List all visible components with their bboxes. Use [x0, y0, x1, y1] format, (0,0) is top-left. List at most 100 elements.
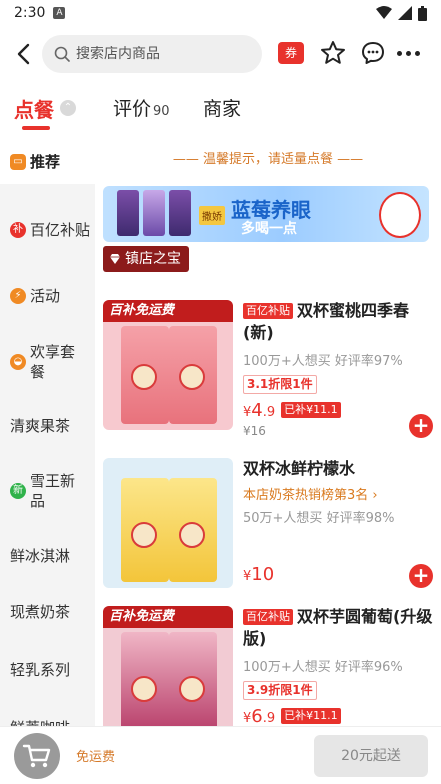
product-stats: 50万+人想买 好评率98% — [243, 511, 395, 526]
chat-icon — [362, 42, 384, 64]
mascot-face-icon — [131, 522, 157, 548]
sidebar-item-new[interactable]: 新 雪王新品 — [0, 458, 95, 524]
collapse-icon[interactable]: ⌃ — [60, 100, 76, 116]
reminder-tip: —— 温馨提示，请适量点餐 —— — [172, 152, 364, 167]
star-icon — [321, 41, 345, 64]
sidebar-item-label: 鲜冰淇淋 — [10, 547, 71, 565]
price-integer: 10 — [251, 564, 275, 585]
combo-icon: ◒ — [10, 354, 26, 370]
sidebar-item-milk-tea[interactable]: 现煮奶茶 — [0, 594, 95, 630]
product-card[interactable]: 百补免运费 百亿补贴 双杯蜜桃四季春(新) 100万+人想买 好评率97% 3.1… — [103, 300, 433, 446]
new-icon: 新 — [10, 483, 26, 499]
tab-reviews-count: 90 — [153, 104, 170, 119]
drink-cup-icon — [117, 190, 139, 236]
cart-icon — [22, 744, 51, 768]
wifi-icon — [376, 6, 392, 19]
add-to-cart-button[interactable]: + — [409, 564, 433, 588]
free-shipping-text: 免运费 — [76, 750, 116, 765]
mascot-face-icon — [131, 364, 157, 390]
product-info: 百亿补贴 双杯芋圆葡萄(升级版) 100万+人想买 好评率96% 3.9折限1件 — [243, 606, 433, 700]
drink-cup-icon — [143, 190, 165, 236]
add-to-cart-button[interactable]: + — [409, 414, 433, 438]
more-dot-icon — [405, 50, 411, 56]
sidebar-item-label: 欢享套餐 — [30, 343, 76, 381]
more-button[interactable] — [394, 40, 422, 66]
product-card[interactable]: 双杯冰鲜柠檬水 本店奶茶热销榜第3名 › 50万+人想买 好评率98% ¥10 … — [103, 458, 433, 592]
tab-merchant[interactable]: 商家 — [203, 94, 241, 121]
subsidy-amount: 已补¥11.1 — [281, 708, 341, 724]
chat-button[interactable] — [360, 40, 386, 66]
ranking-link[interactable]: 本店奶茶热销榜第3名 › — [243, 484, 433, 503]
subsidy-badge: 百亿补贴 — [243, 303, 293, 319]
cart-button[interactable] — [14, 733, 60, 779]
coupon-button[interactable]: 券 — [278, 42, 304, 64]
category-sidebar: ▭ 推荐 补 百亿补贴 ⚡ 活动 ◒ 欢享套餐 清爽果茶 新 雪王新品 鲜冰淇淋… — [0, 140, 95, 730]
tab-active-indicator — [22, 126, 50, 130]
sidebar-item-combo[interactable]: ◒ 欢享套餐 — [0, 330, 95, 394]
product-price: ¥10 — [243, 564, 274, 585]
sidebar-item-activity[interactable]: ⚡ 活动 — [0, 276, 95, 316]
subsidy-badge: 百亿补贴 — [243, 609, 293, 625]
sidebar-item-fruit-tea[interactable]: 清爽果茶 — [0, 408, 95, 444]
min-order-button[interactable]: 20元起送 — [314, 735, 428, 777]
lightning-icon: ⚡ — [10, 288, 26, 304]
price-integer: 6 — [251, 706, 263, 727]
sidebar-item-label: 推荐 — [30, 153, 61, 171]
mascot-face-icon — [131, 676, 157, 702]
product-name: 百亿补贴 双杯芋圆葡萄(升级版) — [243, 606, 433, 650]
drink-cup-icon — [169, 190, 191, 236]
header: 券 — [0, 26, 441, 82]
more-dot-icon — [396, 50, 402, 56]
sidebar-item-label: 雪王新品 — [30, 472, 76, 510]
sidebar-item-label: 现煮奶茶 — [10, 603, 71, 621]
battery-icon — [418, 5, 427, 21]
more-dot-icon — [414, 50, 420, 56]
status-bar: 2:30 A — [0, 0, 441, 26]
sidebar-item-light-milk[interactable]: 轻乳系列 — [0, 652, 95, 688]
product-name: 双杯冰鲜柠檬水 — [243, 459, 356, 478]
discount-tag: 3.1折限1件 — [243, 375, 317, 394]
subsidy-amount: 已补¥11.1 — [281, 402, 341, 418]
sidebar-item-subsidy[interactable]: 补 百亿补贴 — [0, 192, 95, 268]
product-image: 百补免运费 — [103, 300, 233, 430]
back-button[interactable] — [10, 40, 36, 68]
treasure-section-title: 镇店之宝 — [103, 246, 189, 272]
back-arrow-icon — [17, 43, 30, 65]
promo-banner[interactable]: 撒娇 蓝莓养眼 多喝一点 — [103, 186, 429, 242]
product-stats: 100万+人想买 好评率96% — [243, 660, 403, 675]
mascot-face-icon — [179, 522, 205, 548]
product-name: 百亿补贴 双杯蜜桃四季春(新) — [243, 300, 433, 344]
product-image: 百补免运费 — [103, 606, 233, 730]
search-icon — [54, 46, 70, 62]
search-input[interactable] — [76, 46, 246, 62]
tab-reviews-label: 评价 — [113, 98, 152, 120]
sidebar-item-label: 活动 — [30, 287, 61, 305]
product-price: ¥6.9 — [243, 706, 275, 727]
diamond-icon — [110, 254, 120, 264]
banner-subtitle: 多喝一点 — [241, 221, 297, 237]
free-shipping-tag: 百补免运费 — [103, 606, 233, 628]
status-icons — [376, 5, 427, 21]
tab-order[interactable]: 点餐 — [14, 94, 54, 123]
price-integer: 4 — [251, 400, 263, 421]
favorite-button[interactable] — [320, 40, 346, 66]
tab-bar: 点餐 ⌃ 评价 90 商家 — [0, 88, 441, 132]
snow-king-mascot-icon — [379, 192, 421, 238]
sidebar-item-label: 轻乳系列 — [10, 661, 71, 679]
price-row: ¥4.9 已补¥11.1 — [243, 400, 341, 421]
notification-a-icon: A — [53, 7, 66, 19]
discount-tag: 3.9折限1件 — [243, 681, 317, 700]
sidebar-item-label: 百亿补贴 — [30, 221, 91, 239]
product-card[interactable]: 百补免运费 百亿补贴 双杯芋圆葡萄(升级版) 100万+人想买 好评率96% 3.… — [103, 606, 433, 730]
mascot-face-icon — [179, 364, 205, 390]
sidebar-item-recommend[interactable]: ▭ 推荐 — [0, 140, 95, 184]
price-row: ¥10 — [243, 564, 274, 585]
search-box[interactable] — [42, 35, 262, 73]
product-info: 百亿补贴 双杯蜜桃四季春(新) 100万+人想买 好评率97% 3.1折限1件 — [243, 300, 433, 394]
treasure-label: 镇店之宝 — [125, 251, 181, 267]
recommend-icon: ▭ — [10, 154, 26, 170]
tab-reviews[interactable]: 评价 90 — [113, 94, 170, 121]
product-image — [103, 458, 233, 588]
sidebar-item-ice-cream[interactable]: 鲜冰淇淋 — [0, 538, 95, 574]
status-time: 2:30 — [14, 5, 46, 21]
